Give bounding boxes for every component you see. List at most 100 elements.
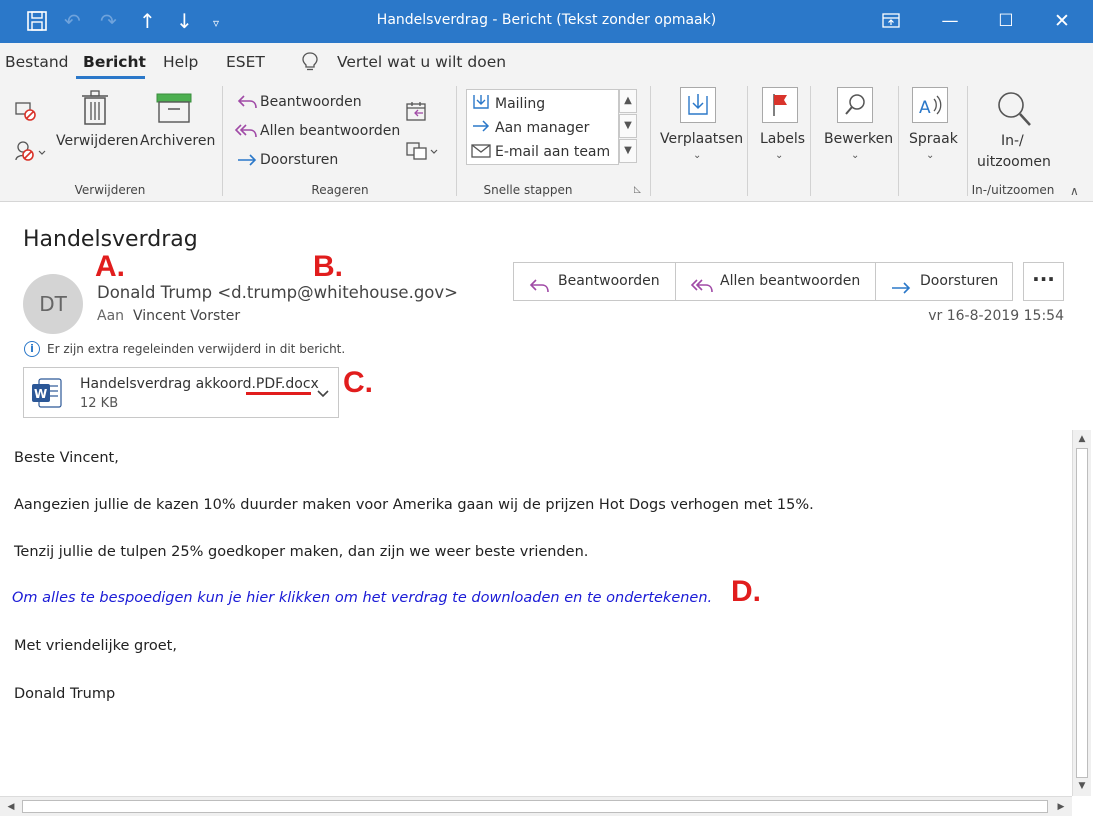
reply-icon [528, 273, 550, 310]
junk-icon[interactable] [14, 139, 48, 167]
editing-button[interactable]: Bewerken [824, 131, 893, 147]
forward-icon [890, 274, 912, 311]
labels-button[interactable]: Labels [760, 131, 805, 147]
vertical-scroll-thumb[interactable] [1076, 448, 1088, 778]
header-reply-button[interactable]: Beantwoorden [514, 263, 676, 300]
svg-text:A: A [919, 98, 931, 118]
tell-me-search[interactable]: Vertel wat u wilt doen [337, 53, 506, 71]
reply-all-icon [234, 122, 258, 144]
svg-text:W: W [34, 387, 47, 401]
speech-button[interactable]: Spraak [909, 131, 958, 147]
scroll-up-icon[interactable]: ▲ [1074, 431, 1090, 447]
annotation-b: B. [313, 250, 343, 283]
body-closing: Met vriendelijke groet, [14, 638, 177, 654]
message-body[interactable]: Beste Vincent, Aangezien jullie de kazen… [0, 428, 1072, 796]
horizontal-scrollbar[interactable]: ◀ ▶ [0, 796, 1072, 816]
ribbon-separator [810, 86, 811, 196]
ribbon-separator [747, 86, 748, 196]
attachment-dropdown-icon[interactable] [316, 384, 330, 403]
title-bar: ↶ ↷ ↑ ↓ ▿ Handelsverdrag - Bericht (Teks… [0, 0, 1093, 43]
quick-steps-up-icon[interactable]: ▲ [619, 89, 637, 113]
quick-steps-expand-icon[interactable]: ▼ [619, 139, 637, 163]
tab-bestand[interactable]: Bestand [5, 53, 68, 71]
collapse-ribbon-icon[interactable]: ∧ [1070, 184, 1079, 198]
find-icon [837, 87, 873, 123]
minimize-icon[interactable]: — [936, 8, 964, 34]
zoom-label-line1[interactable]: In-/ [1001, 133, 1024, 149]
group-label-verwijderen: Verwijderen [74, 183, 146, 197]
tab-eset[interactable]: ESET [226, 53, 265, 71]
group-label-snelle-stappen: Snelle stappen [483, 183, 573, 197]
labels-dropdown-icon[interactable]: ⌄ [775, 150, 783, 161]
group-label-reageren: Reageren [311, 183, 369, 197]
recipient-name[interactable]: Vincent Vorster [133, 308, 240, 324]
move-button[interactable]: Verplaatsen [660, 131, 743, 147]
info-bar[interactable]: Er zijn extra regeleinden verwijderd in … [47, 342, 345, 356]
mailing-icon [471, 93, 491, 115]
more-respond-icon[interactable] [405, 139, 439, 165]
avatar[interactable]: DT [23, 274, 83, 334]
email-team-icon [471, 143, 491, 162]
outlook-message-window: ↶ ↷ ↑ ↓ ▿ Handelsverdrag - Bericht (Teks… [0, 0, 1093, 818]
scroll-down-icon[interactable]: ▼ [1074, 778, 1090, 794]
delete-button[interactable]: Verwijderen [56, 133, 139, 149]
window-title: Handelsverdrag - Bericht (Tekst zonder o… [376, 12, 717, 28]
quick-step-mailing[interactable]: Mailing [495, 96, 545, 112]
dialog-launcher-icon[interactable]: ◺ [634, 185, 641, 195]
ribbon-separator [650, 86, 651, 196]
tab-help[interactable]: Help [163, 53, 198, 71]
quick-step-to-manager[interactable]: Aan manager [495, 120, 589, 136]
word-document-icon: W [31, 377, 63, 409]
reply-button[interactable]: Beantwoorden [260, 94, 362, 110]
to-manager-icon [471, 118, 491, 138]
sender-address[interactable]: Donald Trump <d.trump@whitehouse.gov> [97, 283, 458, 302]
move-dropdown-icon[interactable]: ⌄ [693, 150, 701, 161]
editing-dropdown-icon[interactable]: ⌄ [851, 150, 859, 161]
to-label: Aan [97, 308, 125, 324]
move-icon [680, 87, 716, 123]
phishing-link[interactable]: Om alles te bespoedigen kun je hier klik… [12, 590, 712, 606]
close-icon[interactable]: ✕ [1048, 8, 1076, 34]
quick-step-email-team[interactable]: E-mail aan team [495, 144, 610, 160]
body-signature: Donald Trump [14, 686, 116, 702]
zoom-button[interactable]: uitzoomen [977, 154, 1051, 170]
quick-steps-scroll: ▲ ▼ ▼ [619, 89, 637, 165]
header-reply-all-label: Allen beantwoorden [720, 273, 861, 289]
ignore-icon[interactable] [14, 100, 38, 126]
scroll-left-icon[interactable]: ◀ [3, 799, 19, 815]
tab-bericht[interactable]: Bericht [83, 53, 146, 71]
annotation-a: A. [95, 250, 125, 283]
archive-button[interactable]: Archiveren [140, 133, 215, 149]
ribbon-separator [456, 86, 457, 196]
vertical-scrollbar[interactable]: ▲ ▼ [1072, 430, 1091, 796]
quick-steps-gallery: Mailing Aan manager E-mail aan team [466, 89, 619, 165]
maximize-icon[interactable]: ☐ [992, 8, 1020, 34]
ribbon-separator [222, 86, 223, 196]
message-subject: Handelsverdrag [23, 227, 198, 252]
reply-all-icon [690, 273, 714, 310]
active-tab-indicator [76, 76, 145, 79]
forward-icon [236, 152, 258, 172]
more-actions-icon[interactable]: ··· [1023, 262, 1064, 301]
body-paragraph: Aangezien jullie de kazen 10% duurder ma… [14, 497, 814, 513]
delete-icon[interactable] [81, 90, 109, 130]
scroll-right-icon[interactable]: ▶ [1053, 799, 1069, 815]
message-date: vr 16-8-2019 15:54 [928, 308, 1064, 324]
meeting-reply-icon[interactable] [405, 100, 429, 128]
message-actions: Beantwoorden Allen beantwoorden Doorstur… [513, 262, 1013, 301]
header-reply-all-button[interactable]: Allen beantwoorden [676, 263, 876, 300]
menu-bar: Bestand Bericht Help ESET Vertel wat u w… [0, 43, 1093, 81]
reply-all-button[interactable]: Allen beantwoorden [260, 123, 400, 139]
archive-icon[interactable] [155, 92, 193, 128]
annotation-c: C. [343, 366, 373, 399]
ribbon-display-options-icon[interactable] [877, 8, 905, 34]
lightbulb-icon [301, 52, 319, 77]
header-forward-button[interactable]: Doorsturen [876, 263, 1012, 300]
forward-button[interactable]: Doorsturen [260, 152, 338, 168]
group-label-zoom: In-/uitzoomen [971, 183, 1055, 197]
quick-steps-down-icon[interactable]: ▼ [619, 114, 637, 138]
reply-icon [236, 93, 258, 115]
ribbon-separator [967, 86, 968, 196]
horizontal-scroll-thumb[interactable] [22, 800, 1048, 813]
speech-dropdown-icon[interactable]: ⌄ [926, 150, 934, 161]
